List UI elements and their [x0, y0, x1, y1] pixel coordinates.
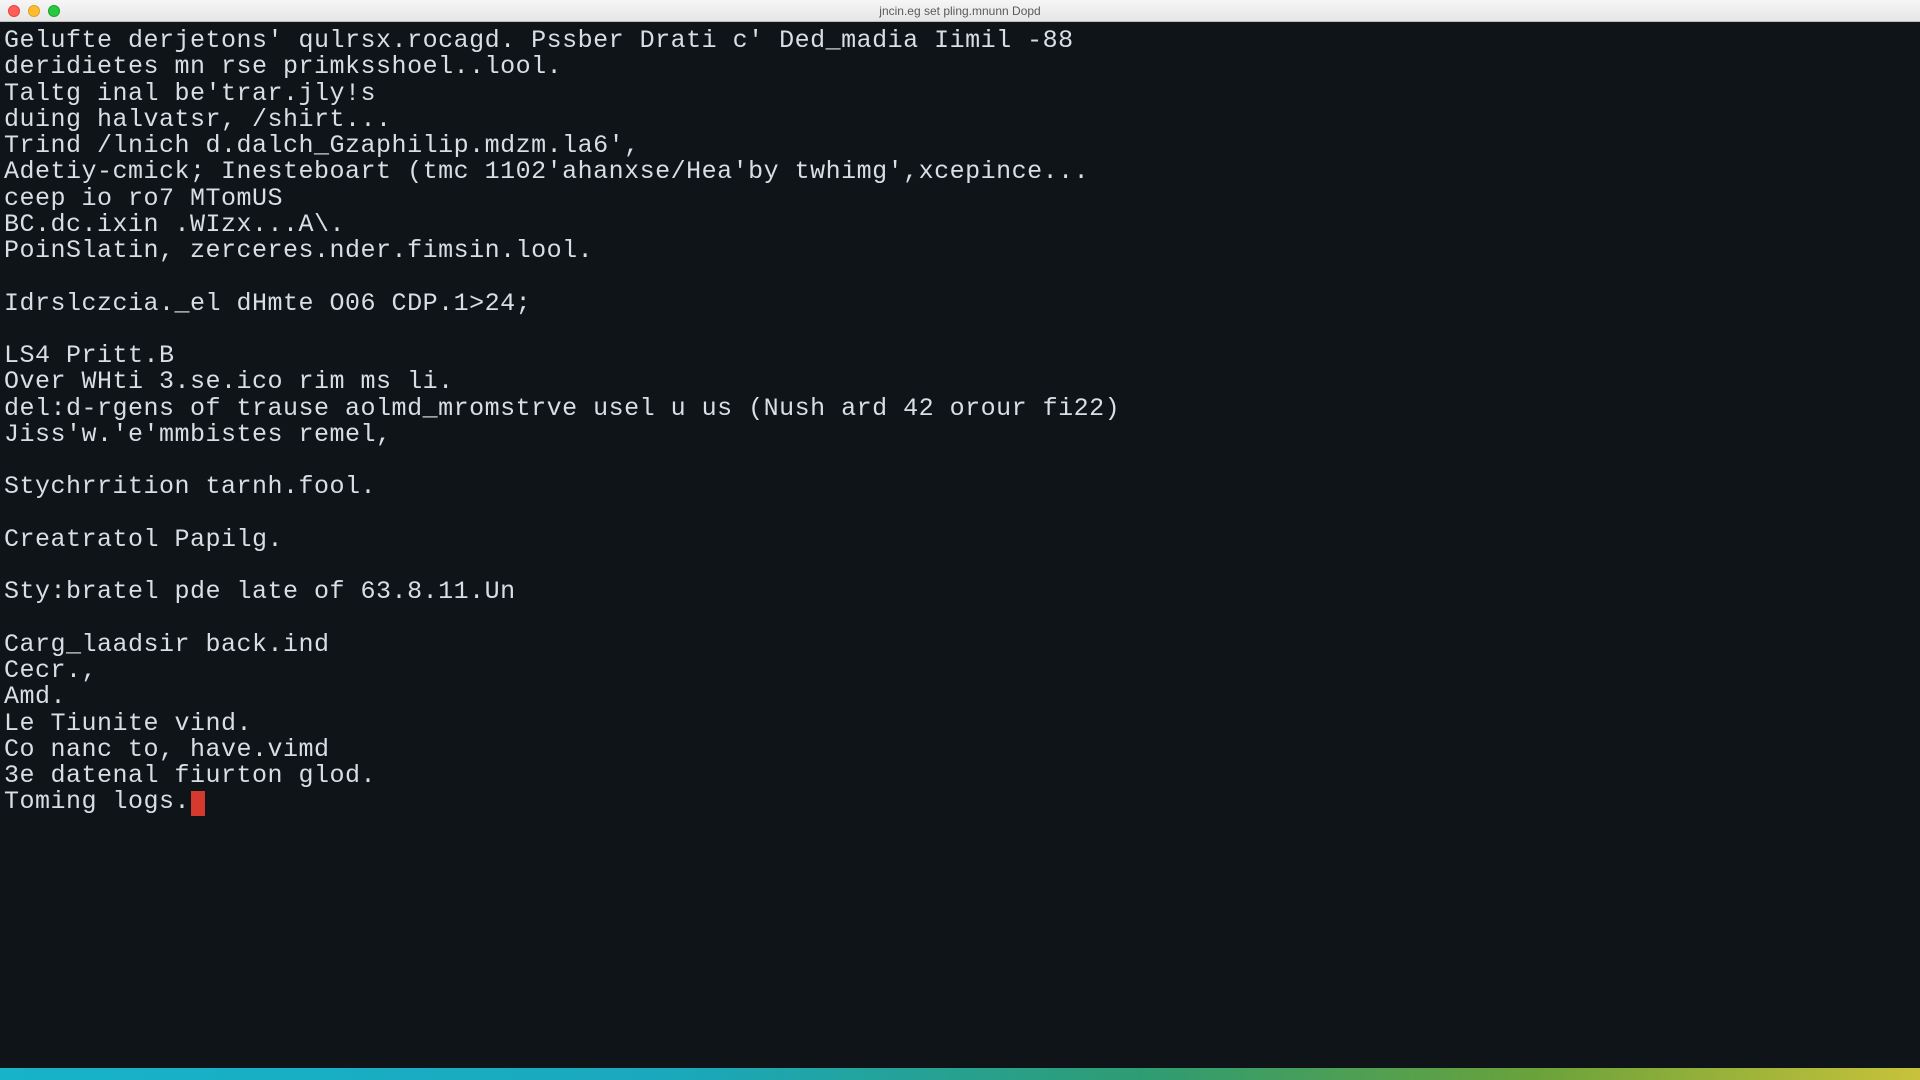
terminal-line [4, 606, 1916, 632]
terminal-line: ceep io ro7 MTomUS [4, 186, 1916, 212]
maximize-icon[interactable] [48, 5, 60, 17]
terminal-line [4, 317, 1916, 343]
minimize-icon[interactable] [28, 5, 40, 17]
terminal-line: Carg_laadsir back.ind [4, 632, 1916, 658]
terminal-line: Toming logs. [4, 789, 1916, 816]
window-title: jncin.eg set pling.mnunn Dopd [879, 4, 1040, 18]
window-controls [8, 5, 60, 17]
terminal-line: PoinSlatin, zerceres.nder.fimsin.lool. [4, 238, 1916, 264]
terminal-line: BC.dc.ixin .WIzx...A\. [4, 212, 1916, 238]
terminal-line: Amd. [4, 684, 1916, 710]
terminal-line: Over WHti 3.se.ico rim ms li. [4, 369, 1916, 395]
terminal-line: Jiss'w.'e'mmbistes remel, [4, 422, 1916, 448]
terminal-line: Creatratol Papilg. [4, 527, 1916, 553]
terminal-line: Trind /lnich d.dalch_Gzaphilip.mdzm.la6'… [4, 133, 1916, 159]
terminal-window: jncin.eg set pling.mnunn Dopd Gelufte de… [0, 0, 1920, 1080]
terminal-line: del:d-rgens of trause aolmd_mromstrve us… [4, 396, 1916, 422]
terminal-line: Cecr., [4, 658, 1916, 684]
terminal-line: duing halvatsr, /shirt... [4, 107, 1916, 133]
terminal-line: LS4 Pritt.B [4, 343, 1916, 369]
terminal-line: 3e datenal fiurton glod. [4, 763, 1916, 789]
status-bar [0, 1068, 1920, 1080]
terminal-line: Sty:bratel pde late of 63.8.11.Un [4, 579, 1916, 605]
terminal-line [4, 264, 1916, 290]
terminal-line: Idrslczcia._el dHmte O06 CDP.1>24; [4, 291, 1916, 317]
terminal-line: deridietes mn rse primksshoel..lool. [4, 54, 1916, 80]
terminal-line [4, 448, 1916, 474]
close-icon[interactable] [8, 5, 20, 17]
terminal-line [4, 501, 1916, 527]
titlebar[interactable]: jncin.eg set pling.mnunn Dopd [0, 0, 1920, 22]
terminal-line: Le Tiunite vind. [4, 711, 1916, 737]
terminal-output[interactable]: Gelufte derjetons' qulrsx.rocagd. Pssber… [0, 22, 1920, 1068]
terminal-line: Gelufte derjetons' qulrsx.rocagd. Pssber… [4, 28, 1916, 54]
terminal-line: Stychrrition tarnh.fool. [4, 474, 1916, 500]
terminal-line [4, 553, 1916, 579]
terminal-line: Co nanc to, have.vimd [4, 737, 1916, 763]
terminal-line: Adetiy-cmick; Inesteboart (tmc 1102'ahan… [4, 159, 1916, 185]
terminal-line: Taltg inal be'trar.jly!s [4, 81, 1916, 107]
cursor-icon [191, 791, 205, 816]
